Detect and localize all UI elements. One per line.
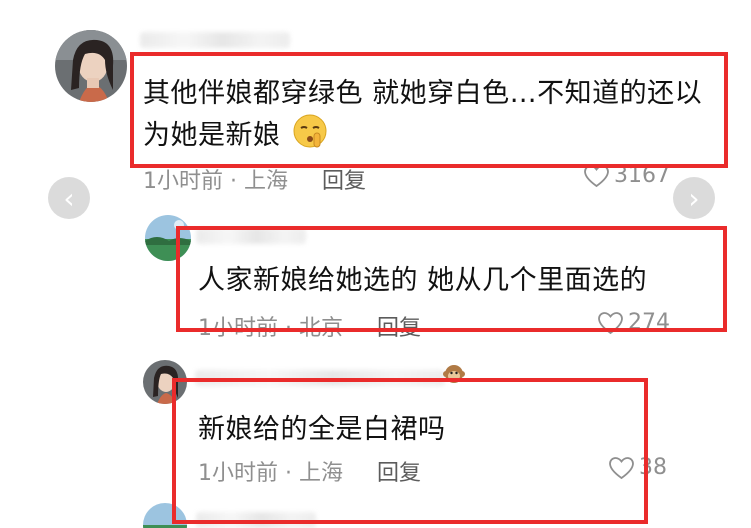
comment-time-location: 1小时前 · 上海 <box>143 169 288 194</box>
avatar[interactable] <box>145 215 191 261</box>
like-button[interactable]: 38 <box>608 455 667 480</box>
chevron-right-icon: › <box>688 181 700 215</box>
comment-text: 新娘给的全是白裙吗 <box>198 407 446 446</box>
username-blurred <box>140 32 290 48</box>
avatar[interactable] <box>55 30 127 102</box>
comment-time-location: 1小时前 · 北京 <box>198 316 343 341</box>
comment-section: 其他伴娘都穿绿色 就她穿白色…不知道的还以 为她是新娘 1小时前 · 上海 回复 … <box>0 0 751 528</box>
heart-icon <box>609 456 634 479</box>
shushing-face-emoji-icon <box>290 111 330 151</box>
like-count: 274 <box>628 310 670 335</box>
comment-meta: 1小时前 · 上海 回复 <box>143 163 366 195</box>
like-button[interactable]: 3167 <box>583 163 670 188</box>
comment-time-location: 1小时前 · 上海 <box>198 461 343 486</box>
comment-text: 其他伴娘都穿绿色 就她穿白色…不知道的还以 <box>143 71 702 110</box>
comment-text: 人家新娘给她选的 她从几个里面选的 <box>198 258 647 297</box>
prev-button[interactable]: ‹ <box>48 177 90 219</box>
avatar[interactable] <box>143 503 187 528</box>
like-button[interactable]: 274 <box>597 310 670 335</box>
heart-icon <box>584 164 609 187</box>
reply-button[interactable]: 回复 <box>322 169 366 194</box>
comment-text-line: 人家新娘给她选的 她从几个里面选的 <box>198 265 648 296</box>
user-photo-icon <box>145 215 191 261</box>
comment-meta: 1小时前 · 北京 回复 <box>198 310 421 342</box>
comment-text-line: 为她是新娘 <box>143 120 281 151</box>
username-blurred <box>195 370 445 386</box>
comment-text-line: 其他伴娘都穿绿色 就她穿白色…不知道的还以 <box>143 78 703 109</box>
user-photo-icon <box>143 503 187 528</box>
reply-button[interactable]: 回复 <box>377 461 421 486</box>
comment-text: 为她是新娘 <box>143 111 330 152</box>
highlight-box <box>172 378 648 524</box>
comment-text-line: 新娘给的全是白裙吗 <box>198 414 446 445</box>
heart-icon <box>598 311 623 334</box>
monkey-emoji-icon <box>442 362 466 386</box>
like-count: 38 <box>639 455 667 480</box>
username-blurred <box>196 228 306 244</box>
reply-button[interactable]: 回复 <box>377 316 421 341</box>
avatar[interactable] <box>143 360 187 404</box>
chevron-left-icon: ‹ <box>63 181 75 215</box>
next-button[interactable]: › <box>673 177 715 219</box>
user-photo-icon <box>143 360 187 404</box>
comment-meta: 1小时前 · 上海 回复 <box>198 455 421 487</box>
user-photo-icon <box>55 30 127 102</box>
username-blurred <box>196 512 316 528</box>
like-count: 3167 <box>614 163 670 188</box>
